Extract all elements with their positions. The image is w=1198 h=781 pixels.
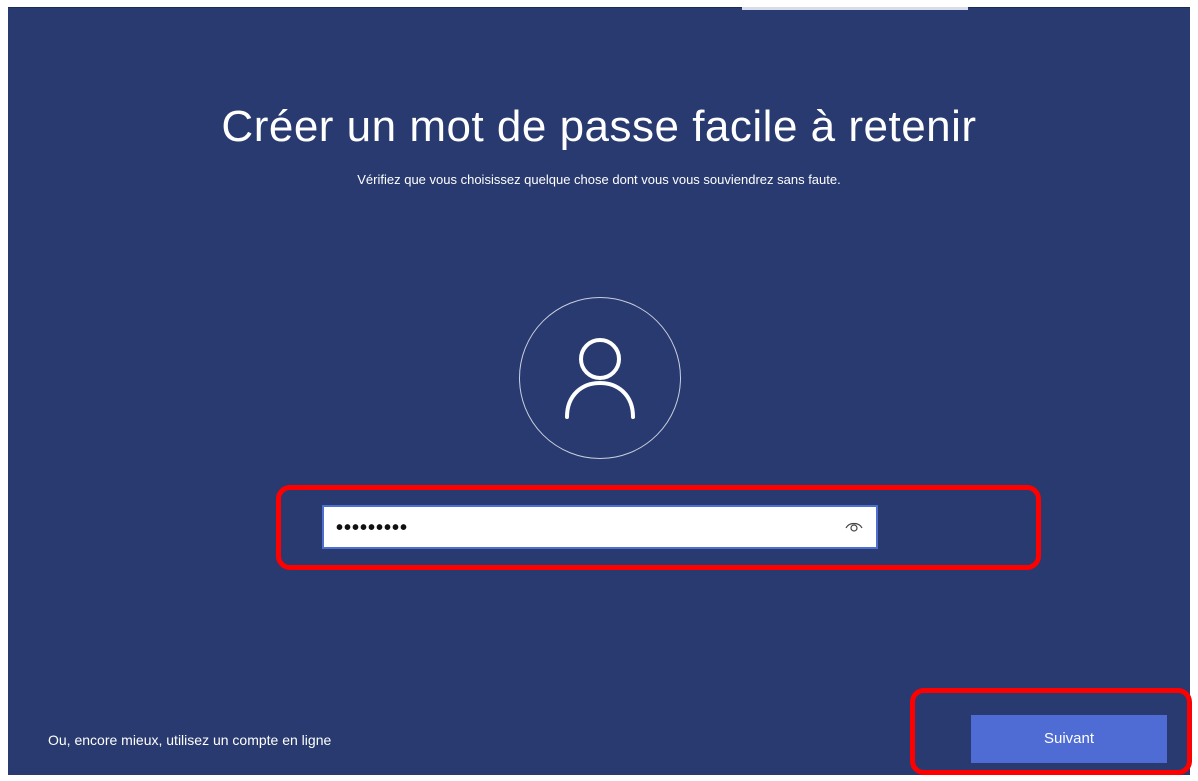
avatar xyxy=(519,297,681,459)
page-subtitle: Vérifiez que vous choisissez quelque cho… xyxy=(357,172,841,187)
page-title: Créer un mot de passe facile à retenir xyxy=(221,102,977,151)
progress-indicator xyxy=(742,7,968,10)
user-icon xyxy=(565,338,635,419)
password-highlight-annotation xyxy=(276,485,1041,570)
online-account-link[interactable]: Ou, encore mieux, utilisez un compte en … xyxy=(48,732,331,748)
next-highlight-annotation xyxy=(910,688,1192,775)
